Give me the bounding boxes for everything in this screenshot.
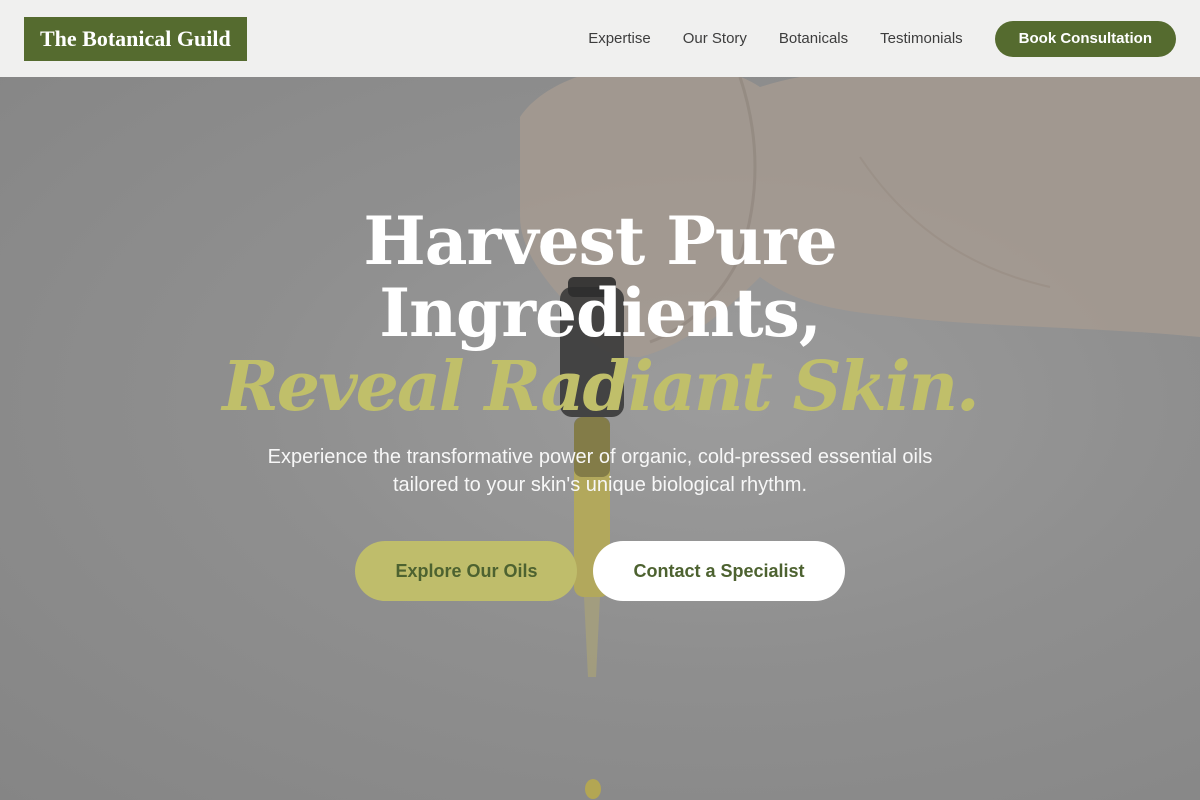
hero-subtitle: Experience the transformative power of o… <box>267 446 933 496</box>
brand-logo[interactable]: The Botanical Guild <box>24 16 247 61</box>
hero-section: Harvest Pure Ingredients, Reveal Radiant… <box>0 77 1200 800</box>
hero-button-row: Explore Our Oils Contact a Specialist <box>355 541 845 601</box>
nav-link-botanicals[interactable]: Botanicals <box>779 30 848 47</box>
contact-specialist-button[interactable]: Contact a Specialist <box>593 541 845 601</box>
hero-headline-accent: Reveal Radiant Skin. <box>222 347 979 427</box>
book-consultation-button[interactable]: Book Consultation <box>994 20 1176 57</box>
nav-link-our-story[interactable]: Our Story <box>683 30 747 47</box>
hero-headline: Harvest Pure Ingredients, <box>363 202 837 352</box>
nav-link-expertise[interactable]: Expertise <box>588 30 651 47</box>
top-navbar: The Botanical Guild Expertise Our Story … <box>0 0 1200 77</box>
nav-link-testimonials[interactable]: Testimonials <box>880 30 963 47</box>
explore-oils-button[interactable]: Explore Our Oils <box>355 541 578 601</box>
nav-menu: Expertise Our Story Botanicals Testimoni… <box>588 20 1176 57</box>
